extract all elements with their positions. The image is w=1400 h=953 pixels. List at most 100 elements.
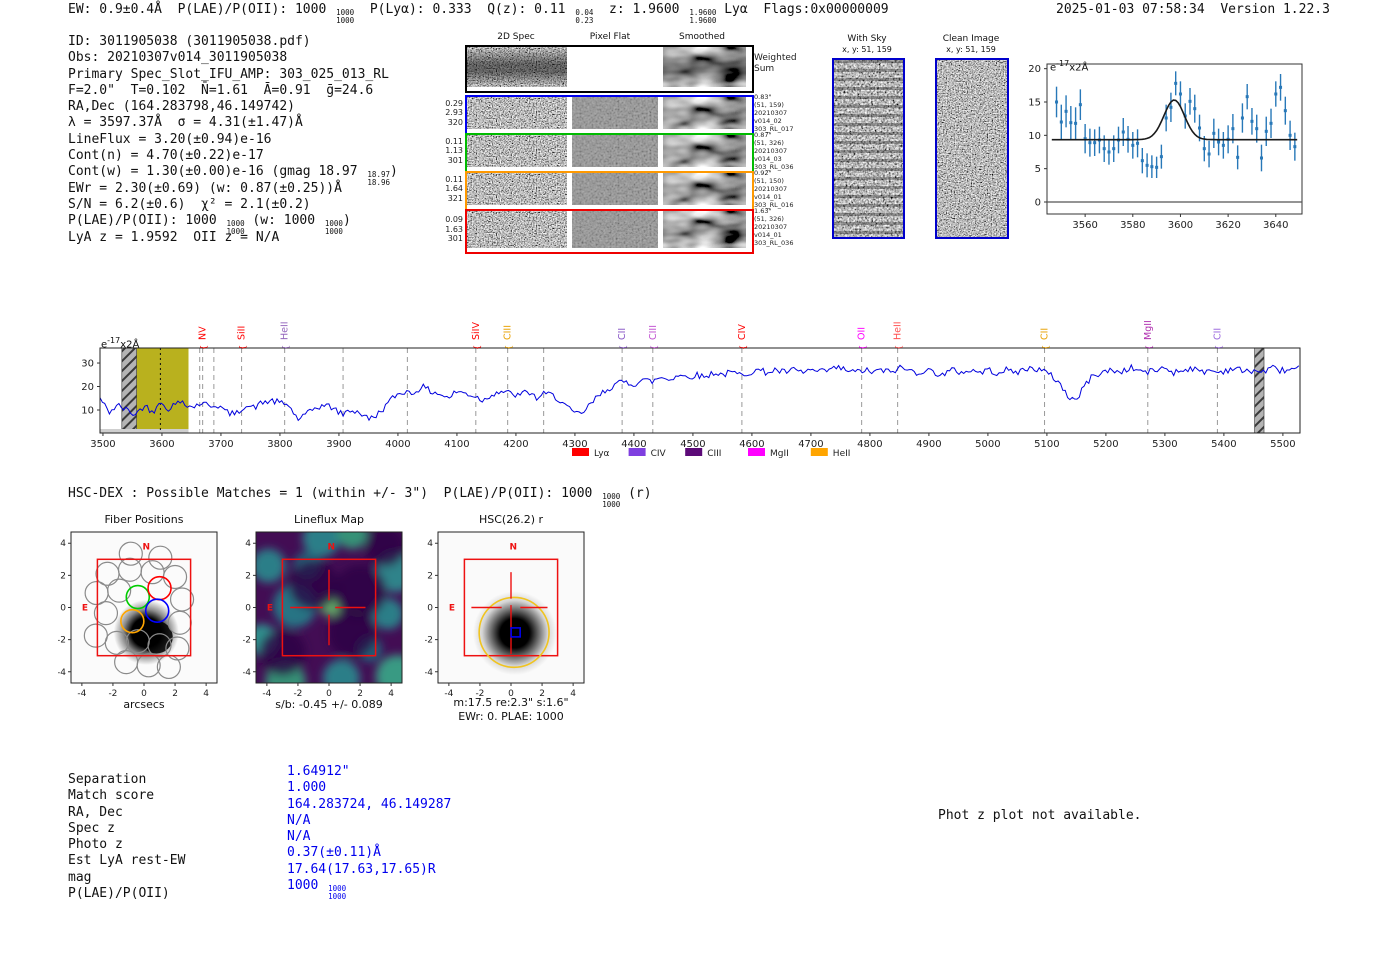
emission-line-bracket: { xyxy=(504,345,513,350)
fiber-positions-panel: Fiber Positions-4-4-2-2002244NEarcsecs xyxy=(58,512,243,727)
east-label: E xyxy=(267,604,273,614)
emission-line-bracket: { xyxy=(858,345,867,350)
emission-line-label: MgII xyxy=(1143,320,1154,340)
lineflux-xlabel: s/b: -0.45 +/- 0.089 xyxy=(275,698,382,711)
spec2d-row-left-labels: 0.292.93320 xyxy=(441,99,463,128)
cutout-xtick-label: 2 xyxy=(172,689,178,699)
cutout-xtick-label: -4 xyxy=(262,689,271,699)
data-point xyxy=(1231,127,1234,130)
data-point xyxy=(1150,165,1153,168)
hsc-source-blob xyxy=(473,591,557,675)
zoom-chart-units-label: e-17x2Å xyxy=(1050,59,1088,73)
spec2d-image-pixelflat xyxy=(572,211,658,252)
match-row-label: Separation xyxy=(68,772,185,788)
spectrum-xtick-label: 5400 xyxy=(1211,439,1236,450)
data-point xyxy=(1250,120,1253,123)
info-line: Obs: 20210307v014_3011905038 xyxy=(68,50,398,66)
data-point xyxy=(1122,131,1125,134)
data-point xyxy=(1208,153,1211,156)
detection-info-block: ID: 3011905038 (3011905038.pdf)Obs: 2021… xyxy=(68,34,398,246)
spectrum-ytick-label: 30 xyxy=(81,359,94,370)
emission-line-label: CII xyxy=(617,328,628,340)
spectrum-xtick-label: 3900 xyxy=(326,439,351,450)
zoom-xtick-label: 3600 xyxy=(1168,220,1193,231)
spec2d-row-left-labels: 0.091.63301 xyxy=(441,215,463,244)
spec2d-col-header-smoothed: Smoothed xyxy=(662,32,742,42)
fiber-xlabel: arcsecs xyxy=(123,698,165,711)
spec2d-image-pixelflat xyxy=(572,47,658,91)
info-line: P(LAE)/P(OII): 1000 10001000 (w: 1000 10… xyxy=(68,213,398,229)
data-point xyxy=(1055,101,1058,104)
cutout-title: HSC(26.2) r xyxy=(479,513,544,526)
legend-label: HeII xyxy=(833,449,851,459)
match-table-values: 1.64912"1.000164.283724, 46.149287N/AN/A… xyxy=(287,764,451,894)
spec2d-image-2dspec xyxy=(467,47,567,91)
spec2d-image-smoothed xyxy=(663,47,746,91)
data-point xyxy=(1079,103,1082,106)
north-label: N xyxy=(510,543,518,553)
data-point xyxy=(1107,151,1110,154)
data-point xyxy=(1212,132,1215,135)
hsc-cutout-panel: HSC(26.2) r-4-4-2-2002244NEm:17.5 re:2.3… xyxy=(425,512,610,737)
emission-line-label: CIII xyxy=(648,325,659,340)
emission-line-bracket: { xyxy=(1144,345,1153,350)
match-row-label: mag xyxy=(68,870,185,886)
data-point xyxy=(1112,147,1115,150)
data-point xyxy=(1246,95,1249,98)
spec2d-row-right-labels: 0.87"(51, 326)20210307v014_03303_RL_036 xyxy=(754,131,818,171)
header-stats: EW: 0.9±0.4Å P(LAE)/P(OII): 1000 1000100… xyxy=(68,2,889,24)
data-point xyxy=(1193,107,1196,110)
cutout-ytick-label: -2 xyxy=(243,636,251,646)
emission-line-bracket: { xyxy=(199,345,208,350)
cutout-xtick-label: 4 xyxy=(388,689,394,699)
data-point xyxy=(1289,134,1292,137)
data-point xyxy=(1236,156,1239,159)
data-point xyxy=(1279,86,1282,89)
match-row-label: Spec z xyxy=(68,821,185,837)
spec2d-col-header-pixelflat: Pixel Flat xyxy=(570,32,650,42)
spec2d-col-header-2dspec: 2D Spec xyxy=(478,32,554,42)
data-point xyxy=(1131,144,1134,147)
spec2d-image-2dspec xyxy=(467,211,567,252)
gaussian-fit-curve xyxy=(1052,100,1297,140)
emission-line-label: HeII xyxy=(280,321,291,340)
zoom-ytick-label: 0 xyxy=(1035,198,1041,209)
data-point xyxy=(1284,109,1287,112)
emission-line-bracket: { xyxy=(649,345,658,350)
info-line: Cont(w) = 1.30(±0.00)e-16 (gmag 18.97 18… xyxy=(68,164,398,180)
cutout-ytick-label: 0 xyxy=(245,604,251,614)
data-point xyxy=(1293,145,1296,148)
data-point xyxy=(1188,100,1191,103)
match-row-label: Photo z xyxy=(68,837,185,853)
data-point xyxy=(1065,110,1068,113)
emission-line-label: HeII xyxy=(893,321,904,340)
info-line: λ = 3597.37Å σ = 4.31(±1.47)Å xyxy=(68,115,398,131)
zoom-xtick-label: 3580 xyxy=(1120,220,1145,231)
data-point xyxy=(1093,141,1096,144)
data-point xyxy=(1241,117,1244,120)
legend-swatch xyxy=(748,448,765,456)
spec2d-row-right-labels: 0.92"(51, 150)20210307v014_01303_RL_016 xyxy=(754,169,818,209)
hsc-caption-1: m:17.5 re:2.3" s:1.6" xyxy=(453,696,568,709)
data-point xyxy=(1155,166,1158,169)
data-point xyxy=(1222,144,1225,147)
spec2d-image-2dspec xyxy=(467,173,567,209)
legend-swatch xyxy=(685,448,702,456)
zoom-ytick-label: 5 xyxy=(1035,164,1041,175)
data-point xyxy=(1069,121,1072,124)
spec2d-row xyxy=(465,171,754,211)
zoom-ytick-label: 10 xyxy=(1028,131,1041,142)
data-point xyxy=(1165,117,1168,120)
zoom-ytick-label: 20 xyxy=(1028,64,1041,75)
cutout-ytick-label: 2 xyxy=(245,571,251,581)
data-point xyxy=(1203,147,1206,150)
legend-label: CIV xyxy=(651,449,667,459)
spec2d-image-2dspec xyxy=(467,97,567,133)
spectrum-xtick-label: 3500 xyxy=(90,439,115,450)
info-line: ID: 3011905038 (3011905038.pdf) xyxy=(68,34,398,50)
emission-line-bracket: { xyxy=(238,345,247,350)
emission-line-label: NV xyxy=(198,326,209,340)
data-point xyxy=(1169,106,1172,109)
emission-line-label: OII xyxy=(857,327,868,340)
emission-line-label: SiIV xyxy=(471,322,482,340)
